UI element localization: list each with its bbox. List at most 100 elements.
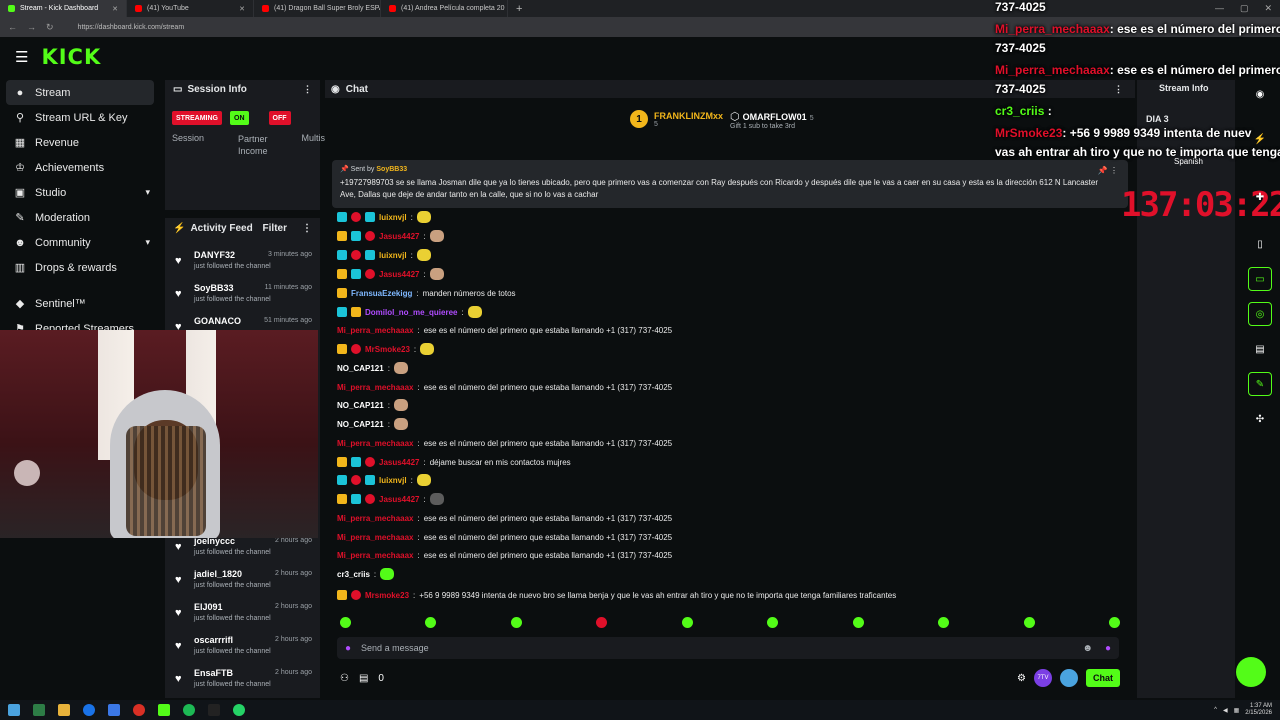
minimize-icon[interactable]: — [1215,3,1224,14]
spotify-icon[interactable] [183,704,195,716]
chat-username[interactable]: luixnvjl [379,476,407,485]
chat-message[interactable]: NO_CAP121: [337,361,408,375]
chat-username[interactable]: Jasus4427 [379,270,419,279]
chat-message[interactable]: Mi_perra_mechaaax: ese es el número del p… [337,511,672,525]
chat-username[interactable]: luixnvjl [379,251,407,260]
chrome-icon[interactable] [133,704,145,716]
users-icon[interactable]: ⚇ [340,673,349,684]
activity-item[interactable]: ♥ DANYF32 3 minutes ago just followed the c… [165,246,320,278]
chat-message[interactable]: Mi_perra_mechaaax: ese es el número del p… [337,323,672,337]
chat-username[interactable]: NO_CAP121 [337,420,384,429]
chat-username[interactable]: Domilol_no_me_quieree [365,308,457,317]
emote-icon[interactable] [1108,617,1120,628]
chat-message[interactable]: Jasus4427: [337,229,444,243]
send-message-input[interactable]: ● Send a message ☻ ● [337,637,1119,659]
chat-username[interactable]: Jasus4427 [379,458,419,467]
reload-icon[interactable]: ↻ [46,22,54,33]
browser-tab[interactable]: (41) YouTube ✕ [127,0,254,17]
activity-item[interactable]: ♥ jadiel_1820 2 hours ago just followed the… [165,565,320,597]
emote-icon[interactable] [852,617,864,628]
sidebar-item-stream[interactable]: ● Stream [6,80,154,105]
more-options-icon[interactable]: ⋮ [1110,166,1118,175]
emote-icon[interactable] [340,617,351,628]
more-options-icon[interactable]: ⋮ [1114,84,1123,95]
chat-message[interactable]: Mrsmoke23: +56 9 9989 9349 intenta de nue… [337,588,896,602]
emote-icon[interactable] [681,617,693,628]
layout-icon[interactable]: ▤ [1248,337,1272,361]
chat-message[interactable]: Jasus4427: déjame buscar en mis contactos… [337,455,571,469]
filter-button[interactable]: Filter [263,223,287,234]
emote-icon[interactable] [1023,617,1035,628]
menu-icon[interactable]: ☰ [15,48,28,66]
chat-message[interactable]: luixnvjl: [337,210,431,224]
leaderboard-first[interactable]: 1 FRANKLINZMxx 5 [630,110,723,128]
obs-icon[interactable] [208,704,220,716]
chat-message[interactable]: Mi_perra_mechaaax: ese es el número del p… [337,530,672,544]
browser-tab[interactable]: (41) Andrea Película completa 20✕ [381,0,508,17]
notes-icon[interactable]: ▯ [1248,232,1272,256]
chat-message[interactable]: NO_CAP121: [337,398,408,412]
activity-item[interactable]: ♥ ElJ091 2 hours ago just followed the chan… [165,598,320,630]
emote-icon[interactable] [596,617,608,628]
activity-item[interactable]: ♥ oscarrrifl 2 hours ago just followed the … [165,631,320,663]
chat-message[interactable]: Mi_perra_mechaaax: ese es el número del p… [337,436,672,450]
chat-username[interactable]: Mi_perra_mechaaax [337,514,414,523]
settings-icon[interactable]: ⚙ [1017,673,1026,684]
new-tab-icon[interactable]: + [508,3,530,15]
chat-username[interactable]: Mi_perra_mechaaax [337,439,414,448]
chat-tool-icon[interactable]: ▭ [1248,267,1272,291]
chat-username[interactable]: NO_CAP121 [337,364,384,373]
close-icon[interactable]: ✕ [112,5,118,13]
maximize-icon[interactable]: ▢ [1240,3,1249,14]
pinned-author[interactable]: SoyBB33 [376,166,407,173]
more-options-icon[interactable]: ⋮ [303,84,312,95]
chat-message[interactable]: Mi_perra_mechaaax: ese es el número del p… [337,380,672,394]
chat-username[interactable]: cr3_criis [337,570,370,579]
sidebar-item-achievements[interactable]: ♔ Achievements [0,155,160,180]
volume-icon[interactable]: ◀ [1223,707,1228,714]
back-icon[interactable]: ← [8,22,17,32]
kick-emote-icon[interactable]: ● [1105,643,1111,654]
clock[interactable]: 1:37 AM 2/15/2026 [1245,703,1272,717]
chat-username[interactable]: MrSmoke23 [365,345,410,354]
forward-icon[interactable]: → [27,22,36,32]
emote-icon[interactable] [510,617,522,628]
chat-message[interactable]: FransuaEzekigg: manden números de totos [337,286,516,300]
sidebar-item-community[interactable]: ☻ Community ▾ [0,230,160,255]
chat-username[interactable]: NO_CAP121 [337,401,384,410]
sidebar-item-revenue[interactable]: ▦ Revenue [0,130,160,155]
chat-message[interactable]: luixnvjl: [337,473,431,487]
chat-message[interactable]: luixnvjl: [337,248,431,262]
chat-username[interactable]: Mi_perra_mechaaax [337,383,414,392]
chat-message[interactable]: cr3_criis: [337,567,395,581]
chevron-up-icon[interactable]: ^ [1214,707,1217,713]
browser-tab[interactable]: (41) Dragon Ball Super Broly ESPA✕ [254,0,381,17]
chat-message[interactable]: Jasus4427: [337,492,444,506]
emoji-icon[interactable]: ☻ [1082,643,1093,654]
chat-message[interactable]: MrSmoke23: [337,342,435,356]
browser-tab[interactable]: Stream - Kick Dashboard ✕ [0,0,127,17]
info-icon[interactable]: ◉ [1248,82,1272,106]
start-icon[interactable] [8,704,20,716]
broadcast-icon[interactable]: ◎ [1248,302,1272,326]
chat-widget-icon[interactable] [1236,657,1266,687]
extension-icon[interactable] [1060,669,1078,687]
kick-app-icon[interactable] [158,704,170,716]
chat-message[interactable]: NO_CAP121: [337,417,408,431]
chat-message[interactable]: Mi_perra_mechaaax: ese es el número del p… [337,548,672,562]
chat-username[interactable]: Mi_perra_mechaaax [337,326,414,335]
chat-message[interactable]: Jasus4427: [337,267,444,281]
network-icon[interactable]: ▦ [1234,707,1240,714]
chat-username[interactable]: Mi_perra_mechaaax [337,551,414,560]
off-toggle[interactable]: OFF [268,111,291,125]
edge-icon[interactable] [83,704,95,716]
apps-icon[interactable]: ✣ [1248,407,1272,431]
activity-item[interactable]: ♥ SoyBB33 11 minutes ago just followed the … [165,279,320,311]
more-options-icon[interactable]: ⋮ [302,223,312,234]
whatsapp-icon[interactable] [233,704,245,716]
chat-username[interactable]: Mrsmoke23 [365,591,409,600]
sidebar-item-drops-rewards[interactable]: ▥ Drops & rewards [0,255,160,280]
sidebar-item-sentinel[interactable]: ◆ Sentinel™ [0,291,160,316]
chat-send-button[interactable]: Chat [1086,669,1120,687]
url-field[interactable]: https://dashboard.kick.com/stream [78,24,185,31]
